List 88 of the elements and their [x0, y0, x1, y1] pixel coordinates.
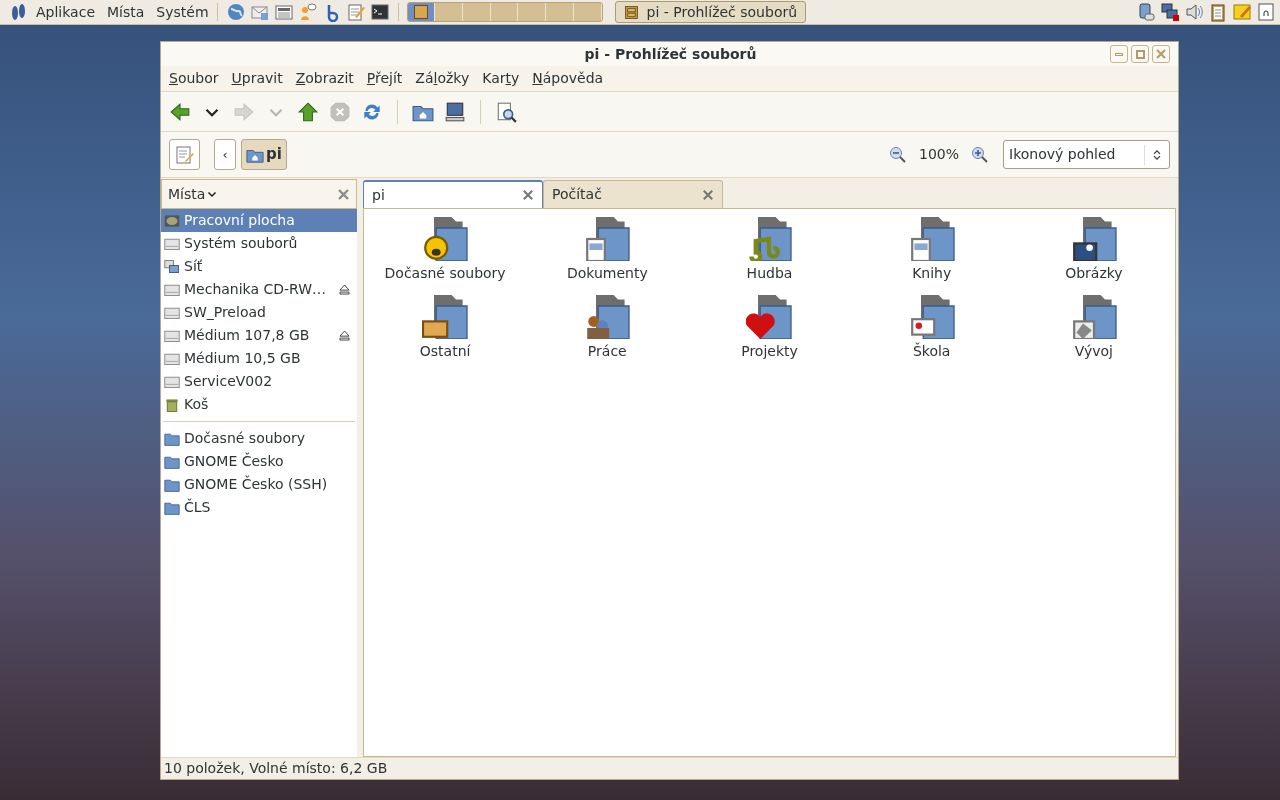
minimize-icon [1115, 52, 1123, 56]
window-title: pi - Prohlížeč souborů [584, 44, 757, 64]
menu-item[interactable]: Soubor [169, 68, 219, 89]
maximize-icon [1135, 49, 1145, 59]
file-name[interactable]: Hudba [746, 263, 793, 284]
file-name[interactable]: Ostatní [419, 341, 471, 362]
sidebar-item[interactable]: ČLS [161, 496, 357, 519]
sidebar-item[interactable]: Pracovní plocha [161, 209, 357, 232]
sidebar-item[interactable]: Systém souborů [161, 232, 357, 255]
zoom-level: 100% [918, 145, 959, 164]
file-name[interactable]: Práce [587, 341, 627, 362]
menu-item[interactable]: Upravit [231, 68, 283, 89]
breadcrumb-button[interactable]: pi [241, 139, 287, 170]
document-pencil-icon [174, 144, 195, 165]
panel-menu[interactable]: Systém [156, 1, 209, 23]
status-text: 10 položek, Volné místo: 6,2 GB [164, 759, 388, 778]
panel-menu[interactable]: Místa [107, 1, 145, 23]
close-icon[interactable] [337, 187, 350, 201]
sidebar-item[interactable]: Dočasné soubory [161, 427, 357, 450]
folder-icon[interactable] [422, 217, 469, 261]
file-name[interactable]: Dočasné soubory [384, 263, 506, 284]
eject-icon[interactable] [338, 329, 351, 342]
sidebar-item[interactable]: Koš [161, 393, 357, 416]
folder-icon[interactable] [746, 295, 793, 339]
chevron-down-icon [207, 189, 218, 199]
folder-icon[interactable] [746, 217, 793, 261]
sidebar-selector[interactable]: Místa [168, 183, 218, 205]
minimize-button[interactable] [1110, 45, 1128, 63]
sidebar-item[interactable]: Mechanika CD-RW… [161, 278, 357, 301]
file-name[interactable]: Vývoj [1074, 341, 1113, 362]
search-icon[interactable] [495, 100, 517, 123]
clipboard-icon[interactable] [1208, 2, 1228, 22]
file-name[interactable]: Obrázky [1065, 263, 1123, 284]
maximize-button[interactable] [1131, 45, 1149, 63]
sidebar-item[interactable]: SW_Preload [161, 301, 357, 324]
folder-icon[interactable] [1070, 295, 1117, 339]
tab[interactable]: pi [363, 180, 543, 208]
cabinet-icon [623, 4, 639, 20]
note-pencil-icon[interactable] [1232, 2, 1252, 22]
desktop-icon [164, 212, 180, 229]
file-name[interactable]: Projekty [741, 341, 798, 362]
file-name[interactable]: Škola [912, 341, 951, 362]
sidebar-item[interactable]: Médium 10,5 GB [161, 347, 357, 370]
network-icon [164, 258, 180, 275]
menu-item[interactable]: Záložky [415, 68, 470, 89]
menu-item[interactable]: Přejít [366, 68, 403, 89]
back-arrow-icon[interactable] [169, 100, 191, 123]
menu-item[interactable]: Nápověda [532, 68, 604, 89]
speaker-icon[interactable] [1184, 2, 1204, 22]
sidebar-item[interactable]: Médium 107,8 GB [161, 324, 357, 347]
panel-menu[interactable]: Aplikace [36, 1, 95, 23]
eject-icon[interactable] [338, 283, 351, 296]
sidebar-item[interactable]: Síť [161, 255, 357, 278]
view-dropdown[interactable]: Ikonový pohled [1003, 140, 1170, 169]
zoom-out-icon[interactable] [888, 145, 907, 164]
sidebar-item[interactable]: GNOME Česko [161, 450, 357, 473]
taskbar-button[interactable]: pi - Prohlížeč souborů [614, 1, 807, 23]
folder-icon[interactable] [584, 295, 631, 339]
close-icon [1156, 49, 1166, 59]
close-button[interactable] [1152, 45, 1170, 63]
close-icon[interactable] [522, 189, 534, 201]
up-arrow-icon[interactable] [297, 100, 319, 123]
folder-icon[interactable] [422, 295, 469, 339]
spinner-arrows-icon [1151, 147, 1163, 162]
breadcrumb-back-button[interactable]: ‹ [214, 139, 236, 170]
sidebar-item[interactable]: ServiceV002 [161, 370, 357, 393]
terminal-icon[interactable] [369, 2, 390, 22]
folder-icon[interactable] [908, 295, 955, 339]
globe-icon[interactable] [225, 2, 246, 22]
tab[interactable]: Počítač [543, 180, 723, 208]
folder-icon[interactable] [908, 217, 955, 261]
computer-icon[interactable] [444, 100, 466, 123]
network-error-icon[interactable] [1160, 2, 1180, 22]
battery-plug-icon[interactable] [1136, 2, 1156, 22]
zoom-in-icon[interactable] [971, 145, 989, 164]
trash-icon [164, 396, 180, 413]
file-name[interactable]: Dokumenty [566, 263, 648, 284]
newspaper-icon[interactable] [273, 2, 294, 22]
sidebar-item[interactable]: GNOME Česko (SSH) [161, 473, 357, 496]
menu-item[interactable]: Karty [482, 68, 520, 89]
workspace-switcher[interactable] [406, 2, 603, 22]
menu-item[interactable]: Zobrazit [295, 68, 354, 89]
keyboard-layout-icon[interactable] [1256, 2, 1276, 22]
folder-icon[interactable] [584, 217, 631, 261]
workspace[interactable] [407, 3, 436, 21]
close-icon[interactable] [702, 188, 714, 201]
file-name[interactable]: Knihy [912, 263, 952, 284]
folder-icon[interactable] [1070, 217, 1117, 261]
